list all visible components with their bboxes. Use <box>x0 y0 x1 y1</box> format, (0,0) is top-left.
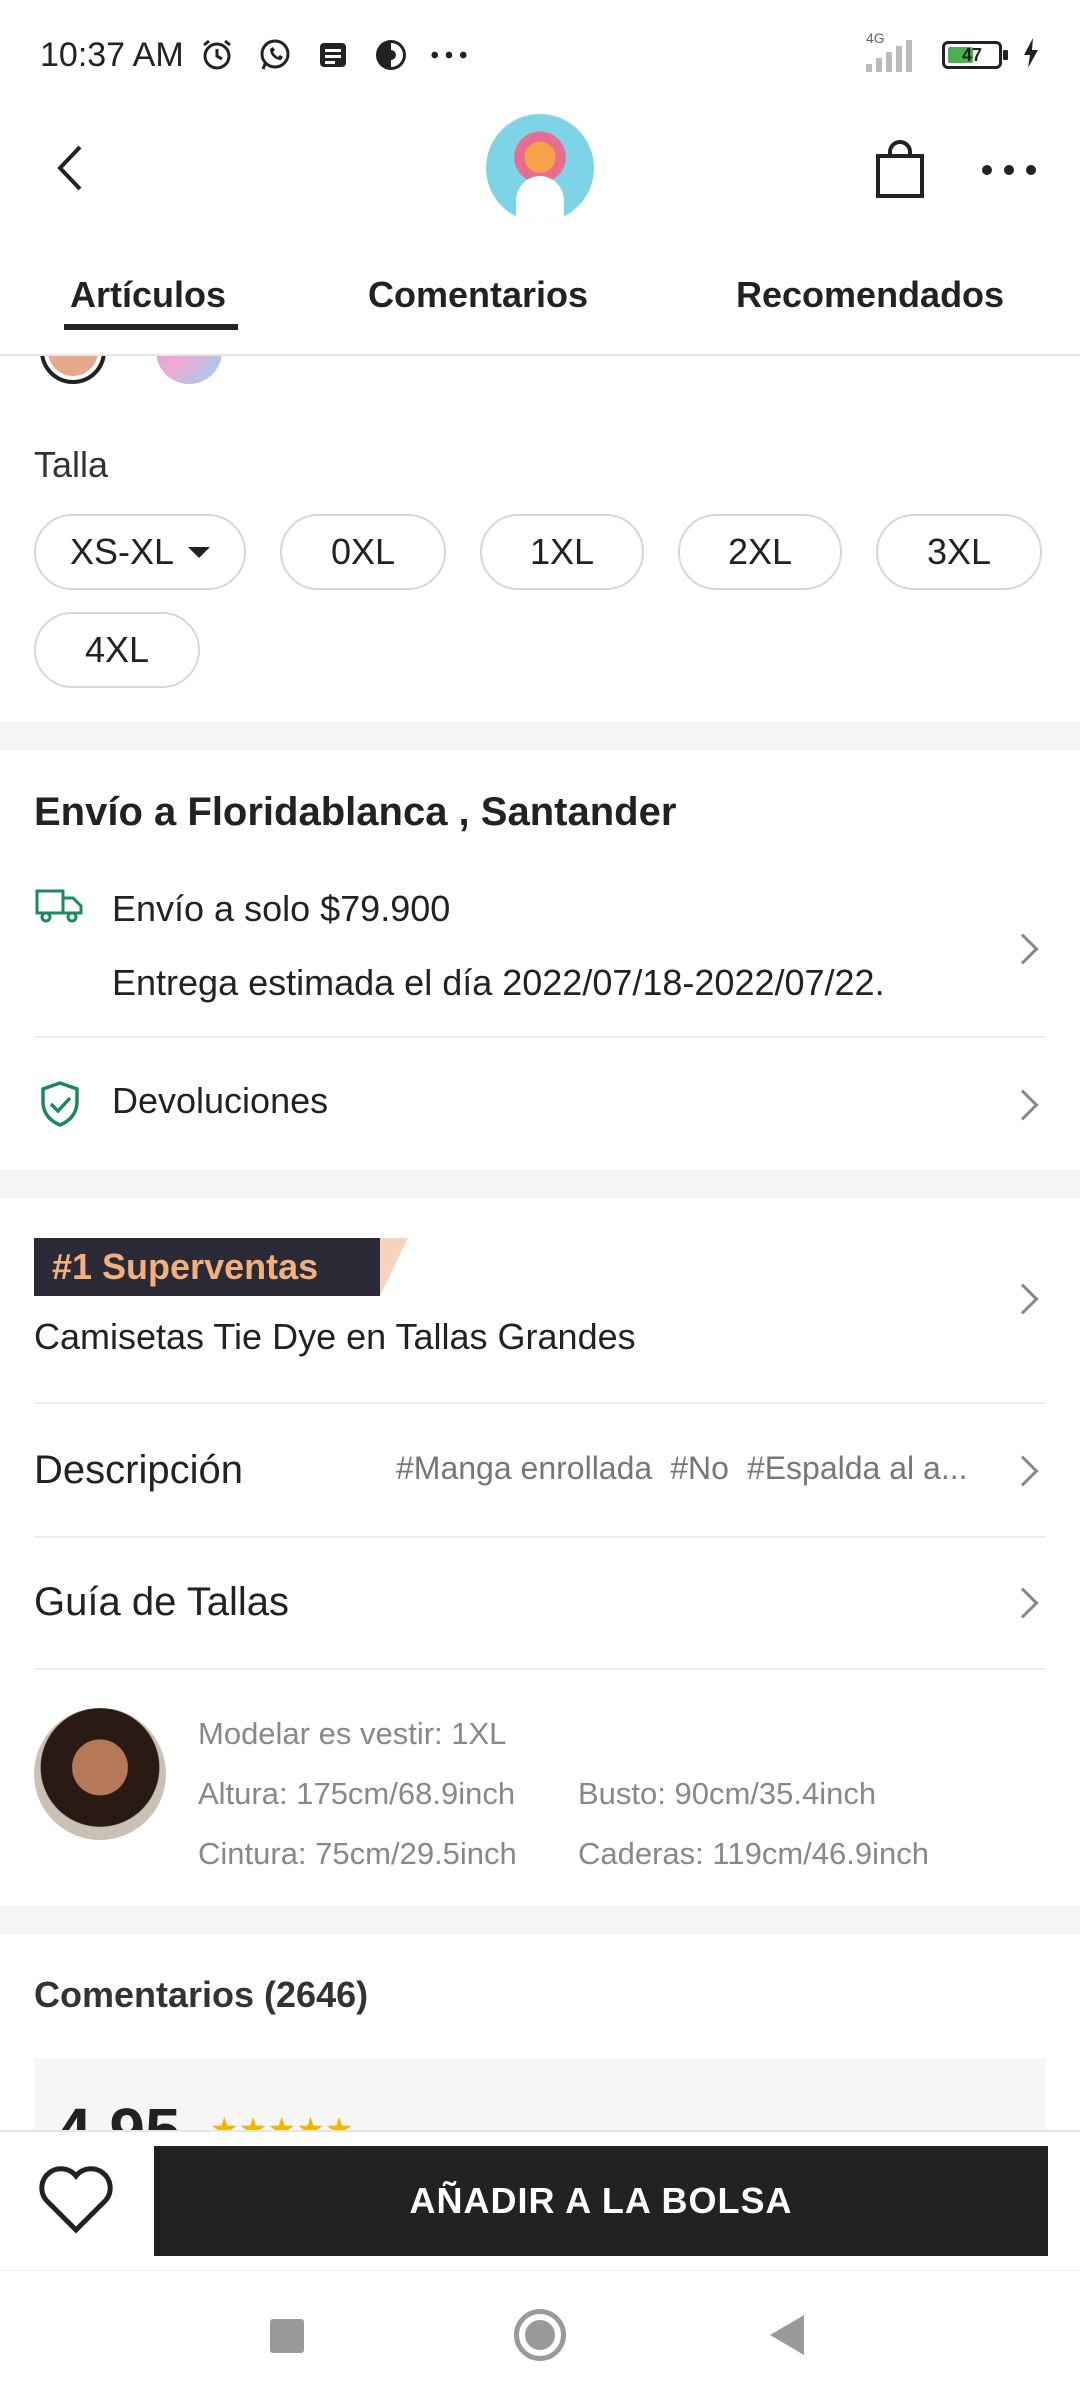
size-option-label: 4XL <box>84 629 150 670</box>
tab-comentarios[interactable]: Comentarios <box>368 274 588 316</box>
product-thumbnail[interactable] <box>486 114 594 222</box>
charging-icon <box>1022 37 1040 73</box>
chevron-right-icon <box>1007 933 1039 965</box>
size-label: Talla <box>34 444 109 485</box>
more-icon <box>982 165 1036 175</box>
size-option-4xl[interactable]: 4XL <box>34 612 200 688</box>
description-tag: #Espalda al a... <box>746 1450 968 1486</box>
tab-active-indicator <box>64 324 238 330</box>
app-bar <box>0 110 1080 226</box>
more-button[interactable] <box>974 140 1044 200</box>
battery-icon: 47 <box>942 41 1008 69</box>
comments-title: Comentarios (2646) <box>34 1974 369 2015</box>
battery-level: 47 <box>961 44 983 65</box>
divider-line <box>34 1668 1046 1670</box>
status-icons <box>198 36 468 74</box>
back-button[interactable] <box>40 136 100 200</box>
shopping-bag-button[interactable] <box>870 138 930 200</box>
size-option-label: 2XL <box>727 531 793 572</box>
section-divider <box>0 1170 1080 1198</box>
description-tags: #Manga enrollada #No #Espalda al a... <box>396 1450 986 1487</box>
back-nav-icon[interactable] <box>770 2315 804 2355</box>
app-icon <box>372 36 410 74</box>
model-avatar <box>34 1708 166 1840</box>
status-time: 10:37 AM <box>40 35 184 74</box>
heart-icon <box>39 2166 113 2234</box>
truck-icon <box>35 889 83 923</box>
whatsapp-icon <box>256 36 294 74</box>
model-height: Altura: 175cm/68.9inch <box>198 1776 516 1811</box>
size-option-1xl[interactable]: 1XL <box>480 514 644 590</box>
status-right: 4G 47 <box>866 30 1040 73</box>
size-option-0xl[interactable]: 0XL <box>280 514 446 590</box>
network-type: 4G <box>866 30 885 46</box>
bestseller-category: Camisetas Tie Dye en Tallas Grandes <box>34 1316 636 1357</box>
divider-line <box>34 1036 1046 1038</box>
description-tag: #No <box>670 1450 729 1486</box>
shipping-title: Envío a Floridablanca , Santander <box>34 790 677 834</box>
shipping-estimate: Entrega estimada el día 2022/07/18-2022/… <box>112 962 885 1003</box>
recent-apps-icon[interactable] <box>270 2319 304 2353</box>
bestseller-badge: #1 Superventas <box>34 1238 408 1296</box>
size-option-label: 3XL <box>926 531 992 572</box>
section-divider <box>0 1906 1080 1934</box>
wishlist-button[interactable] <box>36 2162 116 2238</box>
system-nav-bar <box>0 2270 1080 2400</box>
shield-check-icon <box>41 1081 79 1127</box>
bestseller-row[interactable] <box>0 1198 1080 1398</box>
tab-recomendados[interactable]: Recomendados <box>736 274 1004 316</box>
size-option-3xl[interactable]: 3XL <box>876 514 1042 590</box>
model-waist: Cintura: 75cm/29.5inch <box>198 1836 517 1871</box>
section-divider <box>0 722 1080 750</box>
shopping-bag-icon <box>876 140 924 198</box>
chevron-right-icon <box>1007 1089 1039 1121</box>
more-dots-icon <box>430 36 468 74</box>
message-icon <box>314 36 352 74</box>
home-icon[interactable] <box>514 2309 566 2361</box>
size-option-label: 1XL <box>529 531 595 572</box>
shipping-row[interactable]: Envío a solo $79.900 Entrega estimada el… <box>0 870 1080 1020</box>
size-option-label: XS-XL <box>69 531 175 572</box>
bottom-action-bar: AÑADIR A LA BOLSA <box>0 2130 1080 2270</box>
add-to-bag-button[interactable]: AÑADIR A LA BOLSA <box>154 2146 1048 2256</box>
returns-row[interactable]: Devoluciones <box>0 1040 1080 1170</box>
model-hips: Caderas: 119cm/46.9inch <box>578 1836 929 1871</box>
model-wearing: Modelar es vestir: 1XL <box>198 1716 507 1751</box>
status-bar: 10:37 AM 4G 47 <box>0 0 1080 110</box>
model-bust: Busto: 90cm/35.4inch <box>578 1776 877 1811</box>
bestseller-badge-text: #1 Superventas <box>52 1246 319 1287</box>
size-guide-label: Guía de Tallas <box>34 1580 289 1624</box>
size-option-xs-xl[interactable]: XS-XL <box>34 514 246 590</box>
alarm-icon <box>198 36 236 74</box>
section-tabs: Artículos Comentarios Recomendados <box>0 250 1080 356</box>
back-icon <box>57 145 82 191</box>
shipping-cost: Envío a solo $79.900 <box>112 888 451 929</box>
size-option-2xl[interactable]: 2XL <box>678 514 842 590</box>
signal-icon: 4G <box>866 30 912 72</box>
caret-down-icon <box>188 546 211 558</box>
tab-articulos[interactable]: Artículos <box>70 274 226 316</box>
returns-label: Devoluciones <box>112 1080 329 1121</box>
size-option-label: 0XL <box>330 531 396 572</box>
description-label: Descripción <box>34 1448 243 1492</box>
description-tag: #Manga enrollada <box>396 1450 653 1486</box>
